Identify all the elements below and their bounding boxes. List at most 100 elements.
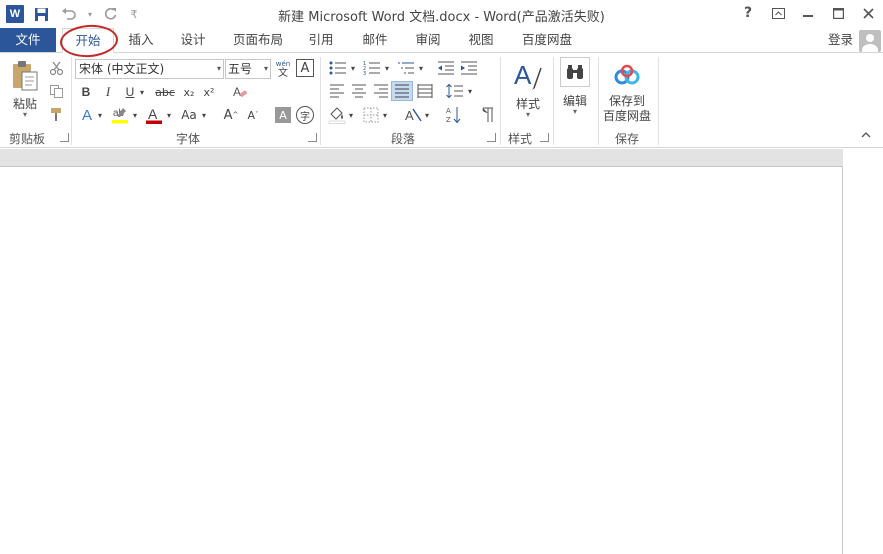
word-logo-icon[interactable]: W [6, 5, 24, 23]
tab-home[interactable]: 开始 [62, 28, 114, 53]
editing-dropdown-icon[interactable]: ▾ [557, 107, 593, 116]
highlight-color-icon[interactable]: ab [110, 105, 130, 125]
paste-icon[interactable] [8, 59, 42, 93]
undo-dropdown-icon[interactable]: ▾ [86, 4, 94, 24]
maximize-icon[interactable] [823, 0, 853, 26]
clipboard-group-label: 剪贴板 [9, 132, 46, 146]
italic-button[interactable]: I [100, 83, 116, 101]
font-color-icon[interactable]: A [144, 105, 164, 125]
bullets-dropdown-icon[interactable]: ▾ [349, 59, 357, 77]
subscript-button[interactable]: x₂ [180, 83, 198, 101]
paragraph-launcher-icon[interactable] [487, 133, 496, 142]
line-spacing-icon[interactable] [444, 82, 466, 100]
bold-button[interactable]: B [78, 83, 94, 101]
format-painter-icon[interactable] [46, 105, 66, 123]
phonetic-guide-icon[interactable]: wén 文 [275, 58, 291, 80]
cut-icon[interactable] [46, 59, 66, 77]
distributed-icon[interactable] [415, 82, 435, 100]
numbering-dropdown-icon[interactable]: ▾ [383, 59, 391, 77]
login-link[interactable]: 登录 [828, 28, 853, 52]
change-case-button[interactable]: Aa [178, 105, 200, 125]
clipboard-launcher-icon[interactable] [60, 133, 69, 142]
copy-icon[interactable] [46, 82, 66, 100]
styles-launcher-icon[interactable] [540, 133, 549, 142]
vertical-scrollbar[interactable] [843, 149, 883, 554]
increase-indent-icon[interactable] [459, 59, 479, 77]
binoculars-icon[interactable] [560, 57, 590, 87]
numbering-icon[interactable]: 123 [361, 59, 383, 77]
shrink-font-glyph: A [247, 108, 256, 122]
minimize-icon[interactable] [793, 0, 823, 26]
underline-button[interactable]: U [122, 83, 138, 101]
save-group-label: 保存 [615, 132, 640, 146]
styles-dropdown-icon[interactable]: ▾ [510, 110, 546, 119]
sort-icon[interactable]: AZ [444, 104, 464, 126]
multilevel-dropdown-icon[interactable]: ▾ [417, 59, 425, 77]
chevron-down-icon[interactable]: ▾ [264, 60, 268, 78]
clear-formatting-icon[interactable]: A [231, 82, 249, 102]
shrink-font-button[interactable]: Aˇ [244, 105, 262, 125]
tab-design[interactable]: 设计 [172, 28, 214, 52]
phonetic-guide-char: 文 [278, 68, 288, 79]
multilevel-list-icon[interactable] [395, 59, 417, 77]
bullets-icon[interactable] [327, 59, 349, 77]
collapse-ribbon-icon[interactable] [861, 131, 871, 138]
save-icon[interactable] [30, 4, 52, 24]
customize-qat-icon[interactable]: ₹ [128, 4, 140, 24]
enclose-characters-button[interactable]: 字 [296, 106, 314, 124]
justify-icon[interactable] [391, 81, 413, 101]
asian-layout-dropdown-icon[interactable]: ▾ [423, 105, 431, 125]
superscript-button[interactable]: x² [200, 83, 218, 101]
tab-page-layout[interactable]: 页面布局 [226, 28, 290, 52]
redo-icon[interactable] [100, 4, 122, 24]
grow-font-button[interactable]: A ^ [222, 105, 240, 125]
align-right-icon[interactable] [371, 82, 391, 100]
character-shading-button[interactable]: A [275, 107, 291, 123]
save-to-baidu-line2: 百度网盘 [602, 109, 651, 123]
strikethrough-button[interactable]: abc [153, 83, 177, 101]
shading-dropdown-icon[interactable]: ▾ [347, 105, 355, 125]
show-formatting-marks-icon[interactable] [478, 105, 498, 125]
font-color-dropdown-icon[interactable]: ▾ [165, 105, 173, 125]
tab-view[interactable]: 视图 [460, 28, 502, 52]
highlight-dropdown-icon[interactable]: ▾ [131, 105, 139, 125]
font-size-value: 五号 [228, 62, 253, 76]
help-button[interactable]: ? [733, 0, 763, 26]
borders-icon[interactable] [361, 105, 381, 125]
tab-baidu-netdisk[interactable]: 百度网盘 [514, 28, 580, 52]
group-separator [598, 57, 599, 145]
tab-mailings[interactable]: 邮件 [354, 28, 396, 52]
styles-icon[interactable]: A [512, 59, 544, 93]
font-name-combobox[interactable]: 宋体 (中文正文) ▾ [75, 59, 224, 79]
tab-insert[interactable]: 插入 [120, 28, 162, 52]
asian-layout-icon[interactable]: A [403, 105, 423, 125]
svg-text:Z: Z [446, 116, 451, 124]
undo-icon[interactable] [58, 4, 80, 24]
save-to-baidu-button[interactable]: 保存到 百度网盘 [600, 94, 654, 124]
shading-icon[interactable] [327, 105, 347, 125]
change-case-dropdown-icon[interactable]: ▾ [200, 105, 208, 125]
borders-dropdown-icon[interactable]: ▾ [381, 105, 389, 125]
font-size-combobox[interactable]: 五号 ▾ [225, 59, 271, 79]
baidu-netdisk-icon[interactable] [612, 61, 642, 89]
tab-references[interactable]: 引用 [300, 28, 342, 52]
tab-review[interactable]: 审阅 [407, 28, 449, 52]
line-spacing-dropdown-icon[interactable]: ▾ [466, 82, 474, 100]
close-icon[interactable] [853, 0, 883, 26]
align-center-icon[interactable] [349, 82, 369, 100]
decrease-indent-icon[interactable] [436, 59, 456, 77]
ribbon-tabs: 文件 开始 插入 设计 页面布局 引用 邮件 审阅 视图 百度网盘 登录 [0, 28, 883, 53]
align-left-icon[interactable] [327, 82, 347, 100]
avatar[interactable] [859, 30, 881, 52]
text-effects-icon[interactable]: A [78, 105, 96, 125]
svg-text:A: A [446, 107, 451, 115]
tab-file[interactable]: 文件 [0, 28, 56, 52]
character-border-icon[interactable]: A [296, 59, 314, 77]
font-launcher-icon[interactable] [308, 133, 317, 142]
underline-dropdown-icon[interactable]: ▾ [138, 83, 146, 101]
ribbon-display-options-icon[interactable] [763, 0, 793, 26]
paste-dropdown-icon[interactable]: ▾ [8, 110, 42, 119]
document-page[interactable] [0, 166, 843, 554]
chevron-down-icon[interactable]: ▾ [217, 60, 221, 78]
text-effects-dropdown-icon[interactable]: ▾ [96, 105, 104, 125]
